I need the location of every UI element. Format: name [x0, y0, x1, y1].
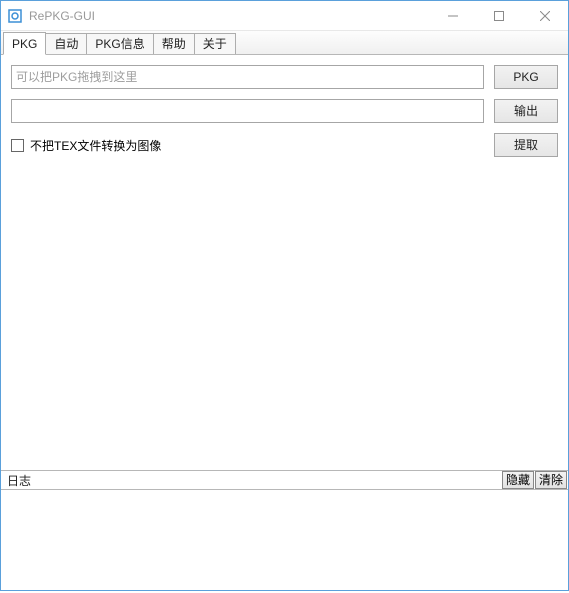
app-window: RePKG-GUI PKG 自动 PKG信息 帮助 关于 PKG [0, 0, 569, 591]
log-clear-button[interactable]: 清除 [535, 471, 567, 489]
maximize-button[interactable] [476, 1, 522, 30]
app-icon [7, 8, 23, 24]
options-row: 不把TEX文件转换为图像 提取 [11, 133, 558, 157]
tex-checkbox[interactable] [11, 139, 24, 152]
log-label: 日志 [7, 472, 502, 489]
output-browse-button[interactable]: 输出 [494, 99, 558, 123]
output-path-input[interactable] [11, 99, 484, 123]
log-header: 日志 隐藏 清除 [1, 470, 568, 490]
tab-pkginfo[interactable]: PKG信息 [86, 33, 153, 54]
window-controls [430, 1, 568, 30]
content-spacer [11, 167, 558, 470]
output-row: 输出 [11, 99, 558, 123]
tab-auto[interactable]: 自动 [45, 33, 87, 54]
log-area [1, 490, 568, 590]
tab-bar: PKG 自动 PKG信息 帮助 关于 [1, 31, 568, 55]
pkg-browse-button[interactable]: PKG [494, 65, 558, 89]
extract-button[interactable]: 提取 [494, 133, 558, 157]
tex-checkbox-label: 不把TEX文件转换为图像 [30, 137, 161, 154]
pkg-path-input[interactable] [11, 65, 484, 89]
log-hide-button[interactable]: 隐藏 [502, 471, 534, 489]
tab-about[interactable]: 关于 [194, 33, 236, 54]
tab-pkg[interactable]: PKG [3, 32, 46, 55]
content-area: PKG 输出 不把TEX文件转换为图像 提取 日志 隐藏 清除 [1, 55, 568, 590]
minimize-button[interactable] [430, 1, 476, 30]
tex-checkbox-row: 不把TEX文件转换为图像 [11, 137, 161, 154]
pkg-row: PKG [11, 65, 558, 89]
window-title: RePKG-GUI [29, 9, 430, 23]
log-textarea[interactable] [1, 490, 568, 590]
close-button[interactable] [522, 1, 568, 30]
titlebar: RePKG-GUI [1, 1, 568, 31]
tab-help[interactable]: 帮助 [153, 33, 195, 54]
